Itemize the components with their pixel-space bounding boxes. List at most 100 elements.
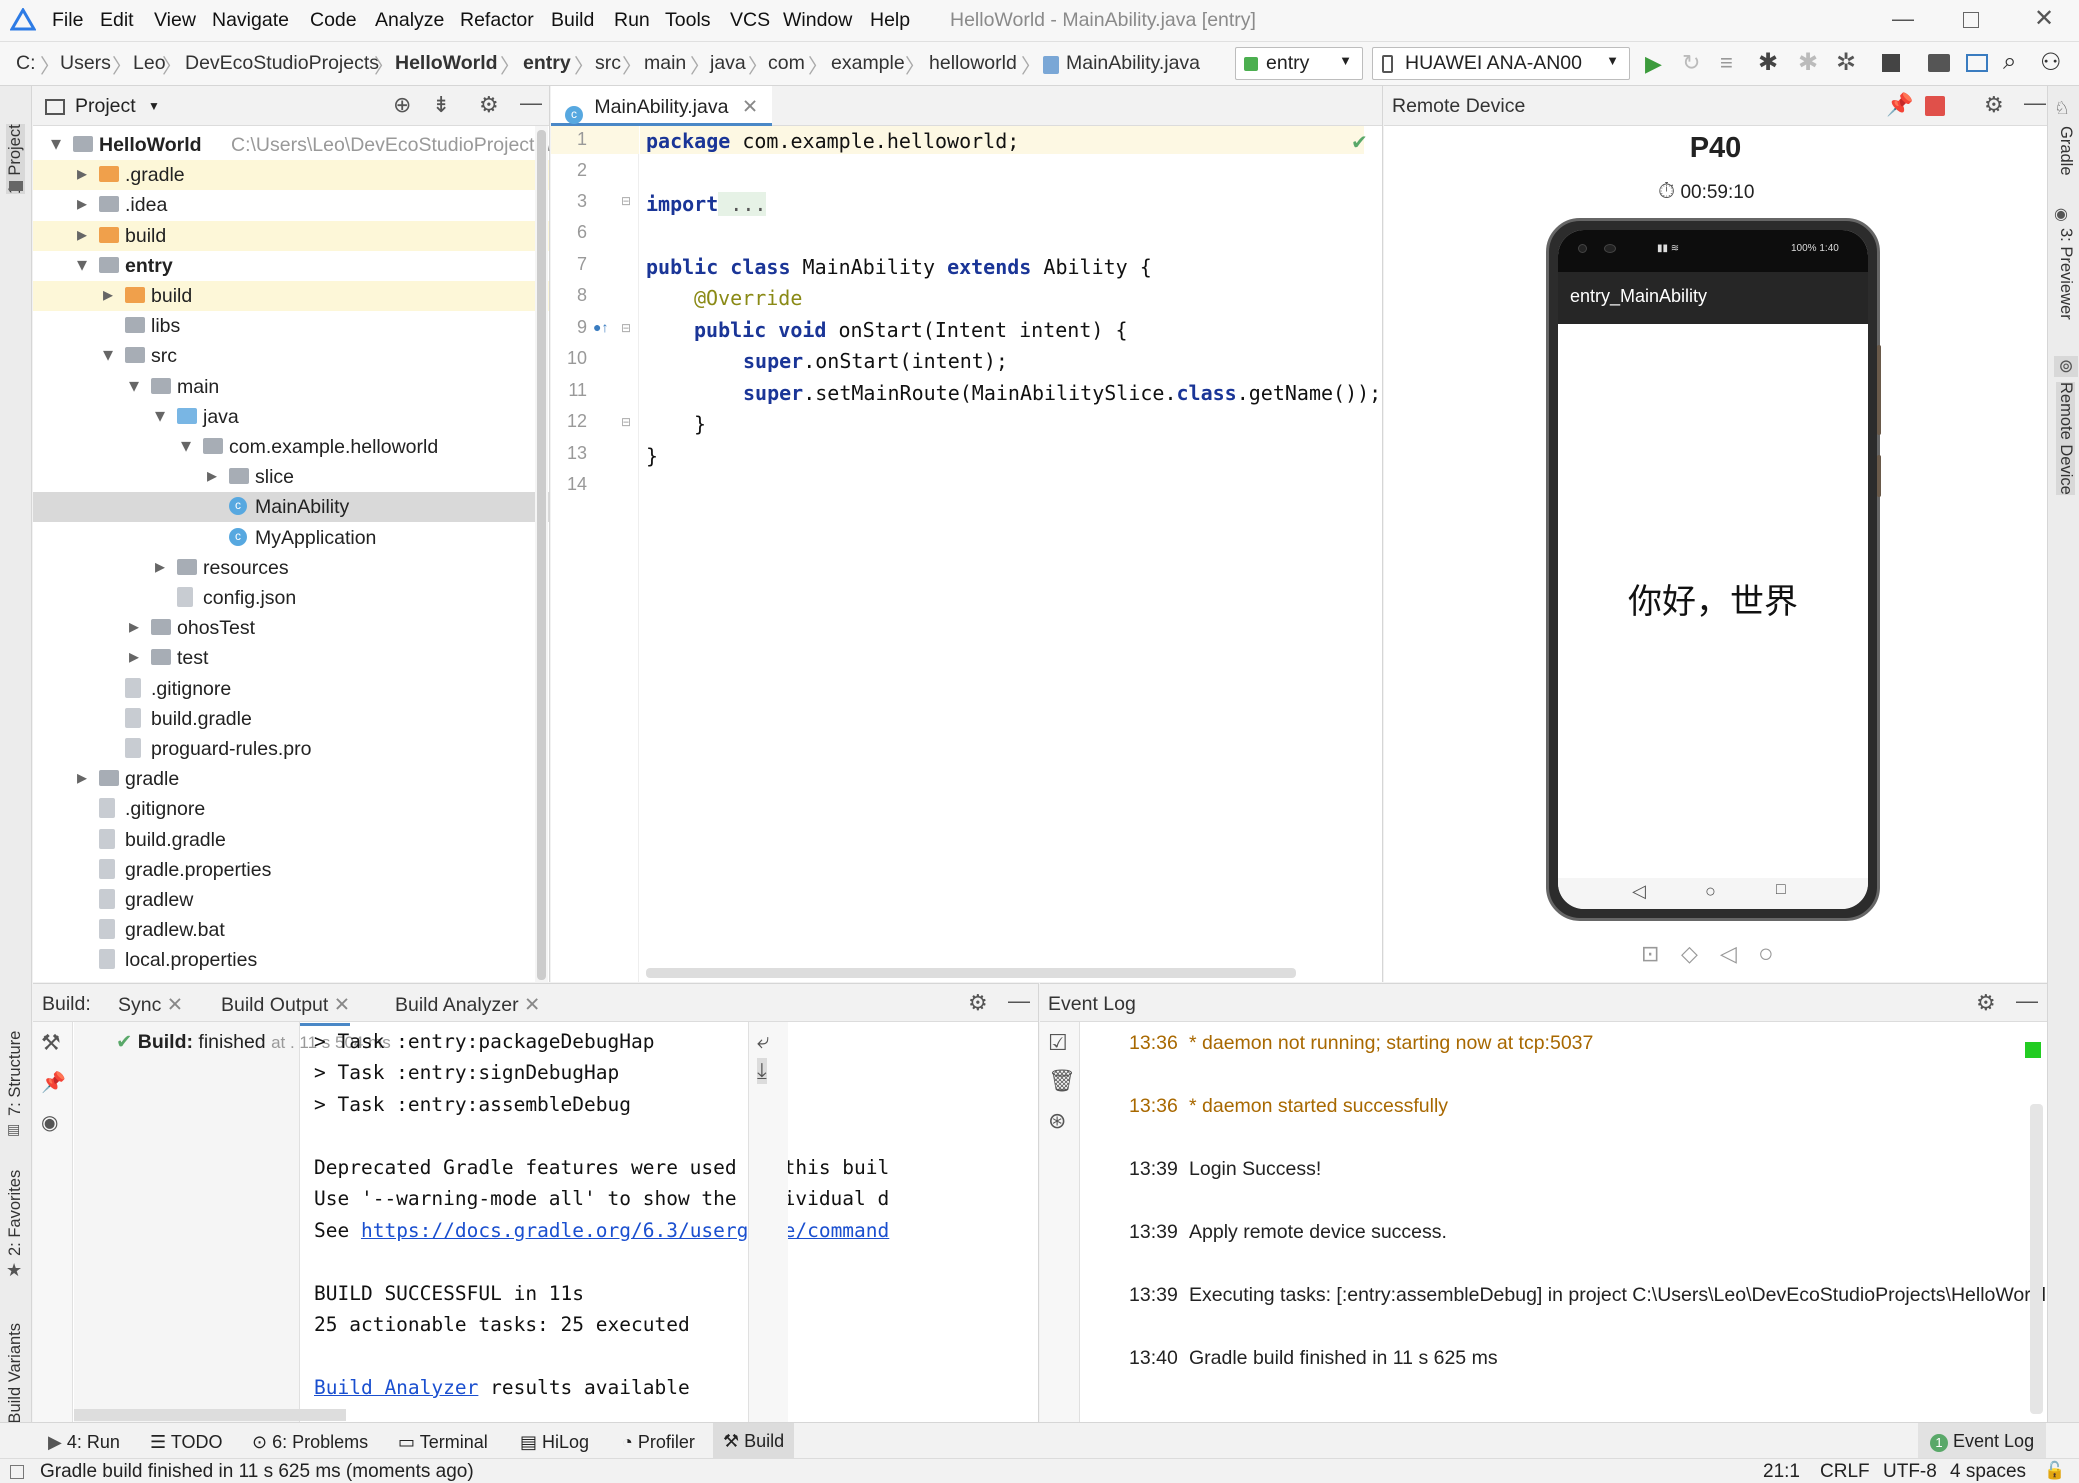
lock-icon[interactable]: 🔓 bbox=[2044, 1461, 2065, 1481]
tree-item[interactable]: local.properties bbox=[33, 945, 549, 975]
gear-icon[interactable]: ⚙ bbox=[968, 990, 988, 1016]
chevron-right-icon[interactable]: ▸ bbox=[103, 282, 113, 307]
chevron-right-icon[interactable]: ▸ bbox=[207, 463, 217, 488]
pin-icon[interactable]: 📌 bbox=[41, 1070, 66, 1095]
home-icon[interactable]: ○ bbox=[1705, 881, 1716, 902]
chevron-down-icon[interactable]: ▼ bbox=[148, 99, 160, 113]
device-select[interactable]: HUAWEI ANA-AN00 ▼ bbox=[1372, 47, 1630, 80]
hilog-tool-button[interactable]: ▤ HiLog bbox=[520, 1432, 589, 1453]
hide-icon[interactable]: — bbox=[520, 90, 542, 116]
minimize-icon[interactable]: — bbox=[1892, 6, 1914, 32]
terminal-tool-button[interactable]: ▭ Terminal bbox=[398, 1432, 488, 1453]
close-tab-icon[interactable]: ✕ bbox=[334, 994, 350, 1016]
tree-item[interactable]: c MyApplication bbox=[33, 523, 549, 553]
gradle-docs-link[interactable]: https://docs.gradle.org/6.3/userguide/co… bbox=[361, 1219, 889, 1242]
run-tool-button[interactable]: ▶ 4: Run bbox=[48, 1432, 120, 1453]
tree-item[interactable]: ▸ build bbox=[33, 220, 549, 251]
tree-item[interactable]: ▸ build bbox=[33, 281, 549, 311]
scroll-to-end-icon[interactable]: ⤓ bbox=[757, 1058, 767, 1084]
device-manager-icon[interactable] bbox=[1966, 54, 1988, 72]
collapse-all-icon[interactable]: ⇟ bbox=[432, 92, 450, 118]
tree-item[interactable]: config.json bbox=[33, 583, 549, 613]
breadcrumb-example[interactable]: example bbox=[831, 52, 905, 75]
tab-previewer[interactable]: 3: Previewer bbox=[2056, 228, 2075, 320]
breadcrumb-main[interactable]: main bbox=[644, 52, 686, 75]
status-message[interactable]: Gradle build finished in 11 s 625 ms (mo… bbox=[40, 1461, 474, 1483]
tree-item[interactable]: ▸ resources bbox=[33, 553, 549, 583]
breadcrumb-java[interactable]: java bbox=[710, 52, 746, 75]
vertical-scrollbar[interactable] bbox=[2030, 1104, 2043, 1414]
menu-tools[interactable]: Tools bbox=[665, 9, 711, 32]
chevron-right-icon[interactable]: ▸ bbox=[129, 644, 139, 669]
hide-icon[interactable]: — bbox=[1008, 988, 1030, 1014]
menu-window[interactable]: Window bbox=[783, 9, 852, 32]
tab-sync[interactable]: Sync ✕ bbox=[118, 993, 183, 1017]
project-view-label[interactable]: Project bbox=[75, 95, 136, 118]
hide-icon[interactable]: — bbox=[2024, 90, 2046, 116]
breadcrumb-entry[interactable]: entry bbox=[523, 52, 571, 75]
chevron-down-icon[interactable]: ▾ bbox=[181, 433, 191, 458]
line-separator[interactable]: CRLF bbox=[1820, 1461, 1870, 1483]
chevron-down-icon[interactable]: ▾ bbox=[129, 373, 139, 398]
breadcrumb-users[interactable]: Users bbox=[60, 52, 111, 75]
menu-view[interactable]: View bbox=[154, 9, 196, 32]
check-icon[interactable]: ✔ bbox=[1351, 130, 1368, 155]
gear-icon[interactable]: ⚙ bbox=[1984, 92, 2004, 118]
build-analyzer-link[interactable]: Build Analyzer bbox=[314, 1376, 478, 1399]
tree-item[interactable]: build.gradle bbox=[33, 825, 549, 855]
maximize-icon[interactable] bbox=[1963, 12, 1979, 28]
tree-item[interactable]: ▾ java bbox=[33, 402, 549, 432]
breadcrumb-drive[interactable]: C: bbox=[16, 52, 36, 75]
menu-edit[interactable]: Edit bbox=[100, 9, 134, 32]
run-config-select[interactable]: entry ▼ bbox=[1235, 47, 1363, 80]
hide-icon[interactable]: — bbox=[2016, 988, 2038, 1014]
tree-item[interactable]: build.gradle bbox=[33, 704, 549, 734]
tree-item[interactable]: ▸ ohosTest bbox=[33, 613, 549, 643]
menu-file[interactable]: File bbox=[52, 9, 83, 32]
menu-refactor[interactable]: Refactor bbox=[460, 9, 534, 32]
search-icon[interactable]: ⌕ bbox=[2003, 48, 2016, 76]
fold-icon[interactable]: ⊟ bbox=[621, 321, 631, 335]
breadcrumb-helloworld[interactable]: HelloWorld bbox=[395, 52, 498, 75]
tree-item[interactable]: ▸ slice bbox=[33, 462, 549, 492]
build-tool-button[interactable]: ⚒ Build bbox=[713, 1423, 795, 1459]
problems-tool-button[interactable]: ⊙ 6: Problems bbox=[252, 1432, 368, 1453]
close-tab-icon[interactable]: ✕ bbox=[524, 994, 540, 1016]
menu-code[interactable]: Code bbox=[310, 9, 357, 32]
home-control-icon[interactable]: ○ bbox=[1758, 938, 1774, 969]
code-area[interactable]: package com.example.helloworld; import .… bbox=[640, 126, 1381, 506]
close-icon[interactable]: ✕ bbox=[2034, 4, 2054, 33]
tree-item[interactable]: gradlew.bat bbox=[33, 915, 549, 945]
cursor-position[interactable]: 21:1 bbox=[1763, 1461, 1800, 1483]
breadcrumb-projects[interactable]: DevEcoStudioProjects bbox=[185, 52, 379, 75]
chevron-right-icon[interactable]: ▸ bbox=[155, 554, 165, 579]
menu-navigate[interactable]: Navigate bbox=[212, 9, 289, 32]
indent-setting[interactable]: 4 spaces bbox=[1950, 1461, 2026, 1483]
mark-read-icon[interactable]: ☑ bbox=[1048, 1030, 1068, 1056]
tab-favorites[interactable]: 2: Favorites bbox=[6, 1170, 25, 1256]
tree-item[interactable]: .gitignore bbox=[33, 674, 549, 704]
project-structure-icon[interactable] bbox=[1928, 54, 1950, 72]
override-marker-icon[interactable]: ●↑ bbox=[593, 319, 608, 335]
phone-screen[interactable]: ▮▮ ≋ 100% 1:40 entry_MainAbility 你好，世界 ◁… bbox=[1558, 230, 1868, 909]
pin-icon[interactable]: 📌 bbox=[1886, 92, 1913, 118]
chevron-down-icon[interactable]: ▾ bbox=[77, 252, 87, 277]
eye-icon[interactable]: ◉ bbox=[41, 1110, 58, 1135]
stop-remote-icon[interactable] bbox=[1925, 96, 1945, 116]
profile-icon[interactable]: ✱ bbox=[1798, 48, 1818, 77]
back-icon[interactable]: ◁ bbox=[1632, 881, 1646, 902]
menu-build[interactable]: Build bbox=[551, 9, 594, 32]
breadcrumb-file[interactable]: MainAbility.java bbox=[1066, 52, 1200, 75]
file-encoding[interactable]: UTF-8 bbox=[1883, 1461, 1937, 1483]
menu-run[interactable]: Run bbox=[614, 9, 650, 32]
chevron-right-icon[interactable]: ▸ bbox=[77, 191, 87, 216]
tab-gradle[interactable]: Gradle bbox=[2056, 126, 2075, 176]
tree-item[interactable]: .gitignore bbox=[33, 794, 549, 824]
recents-icon[interactable]: □ bbox=[1776, 881, 1786, 899]
tree-item[interactable]: proguard-rules.pro bbox=[33, 734, 549, 764]
apply-changes-icon[interactable]: ≡ bbox=[1720, 50, 1733, 76]
event-log-tool-button[interactable]: 1 Event Log bbox=[1918, 1423, 2047, 1459]
tree-item[interactable]: ▾ main bbox=[33, 372, 549, 402]
menu-analyze[interactable]: Analyze bbox=[375, 9, 444, 32]
gear-icon[interactable]: ⚙ bbox=[479, 92, 499, 118]
